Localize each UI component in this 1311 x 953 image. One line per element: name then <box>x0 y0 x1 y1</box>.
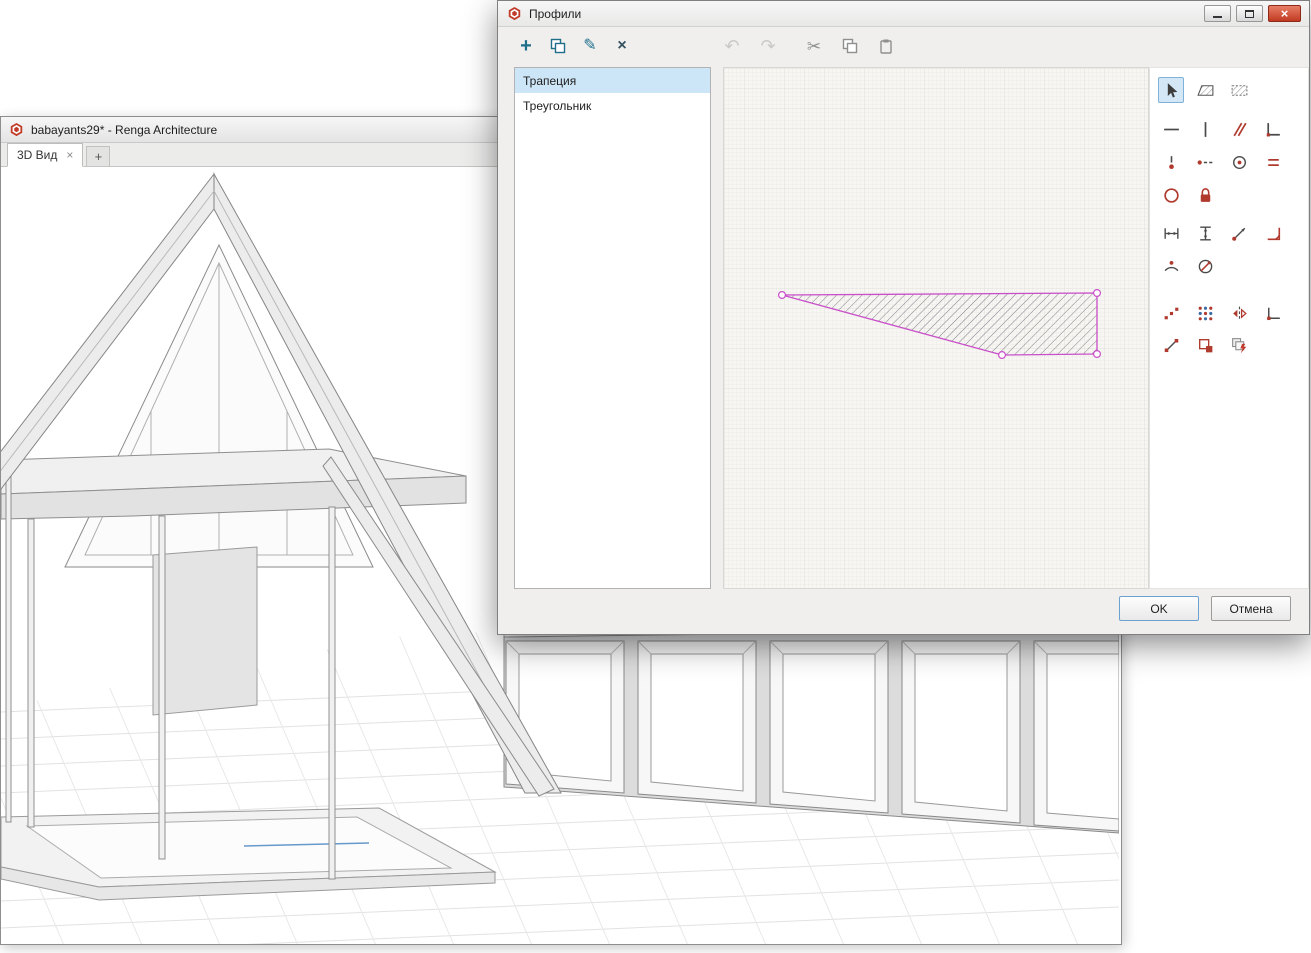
renga-logo-icon <box>9 122 24 137</box>
vertex-handle[interactable] <box>1093 289 1102 298</box>
tool-snap-square[interactable] <box>1192 332 1218 358</box>
profiles-dialog: Профили × + ✎ × ↶ ↷ ✂ Трапеция Треугольн… <box>497 0 1310 635</box>
minimize-button[interactable] <box>1204 5 1231 22</box>
maximize-button[interactable] <box>1236 5 1263 22</box>
arc-dimension-icon <box>1164 260 1178 271</box>
tool-point[interactable] <box>1158 149 1184 175</box>
cancel-button[interactable]: Отмена <box>1211 596 1291 621</box>
tool-parallel-lines[interactable] <box>1226 116 1252 142</box>
window-controls: × <box>1204 5 1301 22</box>
tool-region-hatch[interactable] <box>1226 77 1252 103</box>
dialog-titlebar[interactable]: Профили <box>498 1 1309 27</box>
dash-dot-line-icon <box>1197 159 1212 165</box>
paste-icon <box>880 39 892 54</box>
array-lightning-icon <box>1231 337 1246 353</box>
list-item-trapezoid[interactable]: Трапеция <box>515 68 710 93</box>
tool-aligned-dimension[interactable] <box>1226 220 1252 246</box>
diameter-dimension-icon <box>1198 259 1212 273</box>
snap-square-icon <box>1198 338 1212 352</box>
tool-angle-dimension[interactable] <box>1260 220 1286 246</box>
profile-canvas[interactable] <box>723 67 1149 589</box>
list-item-triangle[interactable]: Треугольник <box>515 93 710 118</box>
aligned-dimension-icon <box>1231 227 1245 241</box>
close-button[interactable]: × <box>1268 5 1301 22</box>
tool-arc-dimension[interactable] <box>1158 253 1184 279</box>
snap-corner-icon <box>1266 307 1280 320</box>
paste-button[interactable] <box>874 34 898 58</box>
tool-profile-hatch[interactable] <box>1192 77 1218 103</box>
line-icon <box>1163 128 1179 130</box>
edit-profile-button[interactable]: ✎ <box>578 34 602 58</box>
vertex-handle[interactable] <box>998 351 1007 360</box>
select-tool-icon <box>1167 82 1177 97</box>
minimize-icon <box>1213 15 1222 18</box>
tool-snap-corner[interactable] <box>1260 300 1286 326</box>
dialog-renga-icon <box>507 6 522 21</box>
tool-horizontal-dimension[interactable] <box>1158 220 1184 246</box>
tool-line[interactable] <box>1158 116 1184 142</box>
undo-button[interactable]: ↶ <box>720 34 744 58</box>
tool-perpendicular[interactable] <box>1260 116 1286 142</box>
profile-list: Трапеция Треугольник <box>514 67 711 589</box>
tool-snap-grid[interactable] <box>1192 300 1218 326</box>
tool-axis-line[interactable] <box>1192 116 1218 142</box>
tool-center-circle[interactable] <box>1226 149 1252 175</box>
tab-close-icon[interactable]: × <box>66 149 73 161</box>
perpendicular-icon <box>1266 122 1280 136</box>
tab-3d-view[interactable]: 3D Вид × <box>7 143 84 167</box>
tool-dash-dot-line[interactable] <box>1192 149 1218 175</box>
ok-button[interactable]: OK <box>1119 596 1199 621</box>
duplicate-icon <box>550 38 566 54</box>
copy-icon <box>842 38 858 54</box>
angle-dimension-icon <box>1267 227 1280 240</box>
cut-button[interactable]: ✂ <box>802 34 826 58</box>
tool-move[interactable] <box>1158 332 1184 358</box>
tool-select[interactable] <box>1158 77 1184 103</box>
circle-icon <box>1163 187 1179 203</box>
dialog-footer: OK Отмена <box>498 587 1309 634</box>
copy-button[interactable] <box>838 34 862 58</box>
duplicate-profile-button[interactable] <box>546 34 570 58</box>
lock-icon <box>1200 187 1210 202</box>
tool-snap-points[interactable] <box>1158 300 1184 326</box>
vertex-handle[interactable] <box>777 291 786 300</box>
redo-button[interactable]: ↷ <box>756 34 780 58</box>
main-window-title: babayants29* - Renga Architecture <box>31 122 218 137</box>
desktop: babayants29* - Renga Architecture 3D Вид… <box>0 0 1311 953</box>
center-circle-icon <box>1232 155 1246 169</box>
snap-points-icon <box>1164 307 1178 319</box>
equal-constraint-icon <box>1267 158 1279 166</box>
add-profile-button[interactable]: + <box>514 34 538 58</box>
profile-canvas-svg <box>724 68 1148 588</box>
tab-label: 3D Вид <box>17 148 58 162</box>
tool-lock[interactable] <box>1192 182 1218 208</box>
region-hatch-icon <box>1231 84 1247 96</box>
tool-panel <box>1149 67 1309 589</box>
tool-vertical-dimension[interactable] <box>1192 220 1218 246</box>
maximize-icon <box>1245 9 1254 18</box>
tool-equal-constraint[interactable] <box>1260 149 1286 175</box>
horizontal-dimension-icon <box>1163 227 1179 239</box>
new-tab-button[interactable]: + <box>86 146 111 166</box>
delete-profile-button[interactable]: × <box>610 34 634 58</box>
tool-diameter-dimension[interactable] <box>1192 253 1218 279</box>
deck-platform <box>1 807 497 901</box>
dialog-title: Профили <box>529 6 582 21</box>
mirror-icon <box>1232 306 1247 320</box>
vertex-handle[interactable] <box>1093 350 1102 359</box>
dialog-toolbar: + ✎ × ↶ ↷ ✂ <box>498 27 1309 65</box>
door-panel <box>152 546 258 716</box>
snap-grid-icon <box>1198 306 1212 320</box>
window-wall <box>503 606 1119 834</box>
tool-circle[interactable] <box>1158 182 1184 208</box>
parallel-lines-icon <box>1232 122 1247 136</box>
axis-line-icon <box>1204 121 1206 137</box>
tool-mirror[interactable] <box>1226 300 1252 326</box>
tool-array-lightning[interactable] <box>1226 332 1252 358</box>
move-icon <box>1164 338 1178 352</box>
vertical-dimension-icon <box>1199 225 1211 241</box>
profile-hatch-icon <box>1196 84 1213 96</box>
point-icon <box>1168 155 1174 169</box>
